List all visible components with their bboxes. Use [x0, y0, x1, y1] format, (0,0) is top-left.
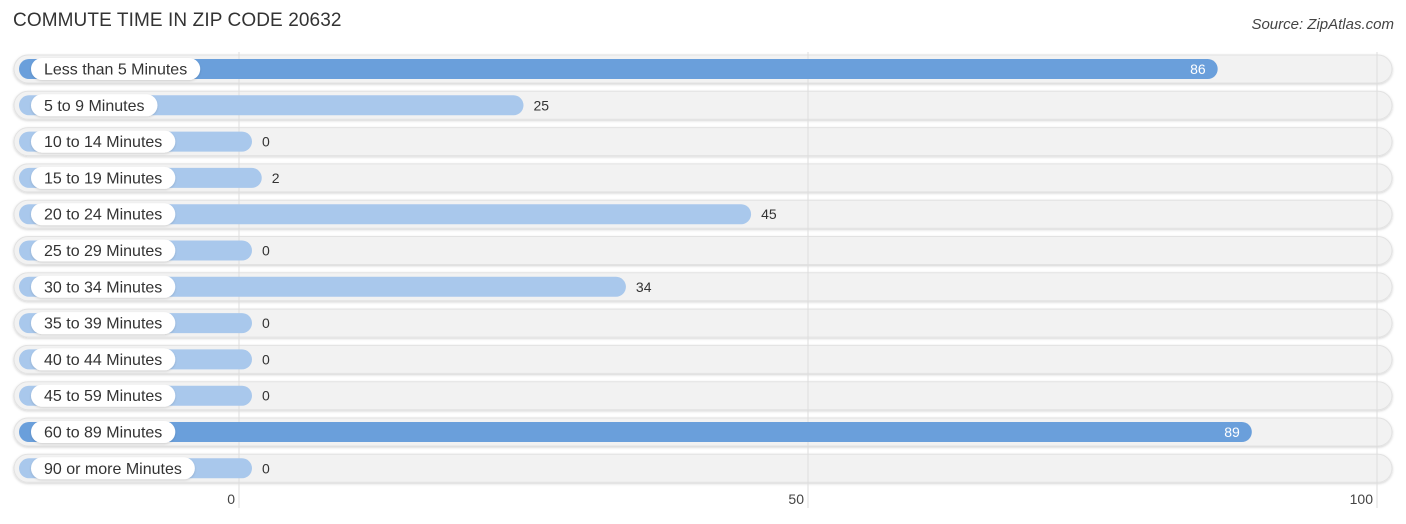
bar-row: 5 to 9 Minutes 25: [19, 94, 550, 117]
value-label: 0: [262, 351, 270, 367]
value-label: 0: [262, 243, 270, 259]
value-label: 0: [262, 460, 270, 476]
value-label: 89: [1224, 424, 1240, 440]
bar-row: 20 to 24 Minutes 45: [19, 203, 777, 226]
category-label: 35 to 39 Minutes: [44, 316, 162, 333]
value-label: 25: [534, 97, 550, 113]
bar-row: 25 to 29 Minutes 0: [19, 239, 270, 262]
x-axis-ticks: 0 50 100: [227, 491, 1373, 507]
value-label: 2: [272, 170, 280, 186]
x-tick-label: 100: [1350, 491, 1374, 507]
bar: [19, 422, 1252, 442]
category-label: 40 to 44 Minutes: [44, 352, 162, 369]
bar-row: 60 to 89 Minutes 89: [19, 421, 1252, 443]
category-label: 45 to 59 Minutes: [44, 388, 162, 405]
bar-row: 30 to 34 Minutes 34: [19, 275, 652, 298]
value-label: 0: [262, 388, 270, 404]
value-label: 0: [262, 315, 270, 331]
category-label: 10 to 14 Minutes: [44, 134, 162, 151]
bar-row: 35 to 39 Minutes 0: [19, 312, 270, 335]
value-label: 0: [262, 134, 270, 150]
category-label: 90 or more Minutes: [44, 461, 182, 478]
commute-time-bar-chart: Less than 5 Minutes 86 5 to 9 Minutes 25 10 …: [13, 52, 1393, 508]
bar-row: 15 to 19 Minutes 2: [19, 166, 280, 189]
row-tracks: [13, 54, 1393, 483]
x-tick-label: 0: [227, 491, 235, 507]
category-label: 60 to 89 Minutes: [44, 425, 162, 442]
category-label: 25 to 29 Minutes: [44, 243, 162, 260]
x-tick-label: 50: [788, 491, 804, 507]
bar-row: 10 to 14 Minutes 0: [19, 130, 270, 153]
bar-row: 40 to 44 Minutes 0: [19, 348, 270, 371]
category-label: Less than 5 Minutes: [44, 62, 187, 79]
value-label: 86: [1190, 61, 1206, 77]
category-label: 30 to 34 Minutes: [44, 279, 162, 296]
bar-row: 45 to 59 Minutes 0: [19, 384, 270, 407]
category-label: 15 to 19 Minutes: [44, 170, 162, 187]
bars: Less than 5 Minutes 86 5 to 9 Minutes 25 10 …: [19, 58, 1252, 480]
value-label: 34: [636, 279, 652, 295]
bar-row: Less than 5 Minutes 86: [19, 58, 1218, 80]
bar-row: 90 or more Minutes 0: [19, 457, 270, 480]
category-label: 5 to 9 Minutes: [44, 98, 145, 115]
value-label: 45: [761, 206, 777, 222]
category-label: 20 to 24 Minutes: [44, 207, 162, 224]
